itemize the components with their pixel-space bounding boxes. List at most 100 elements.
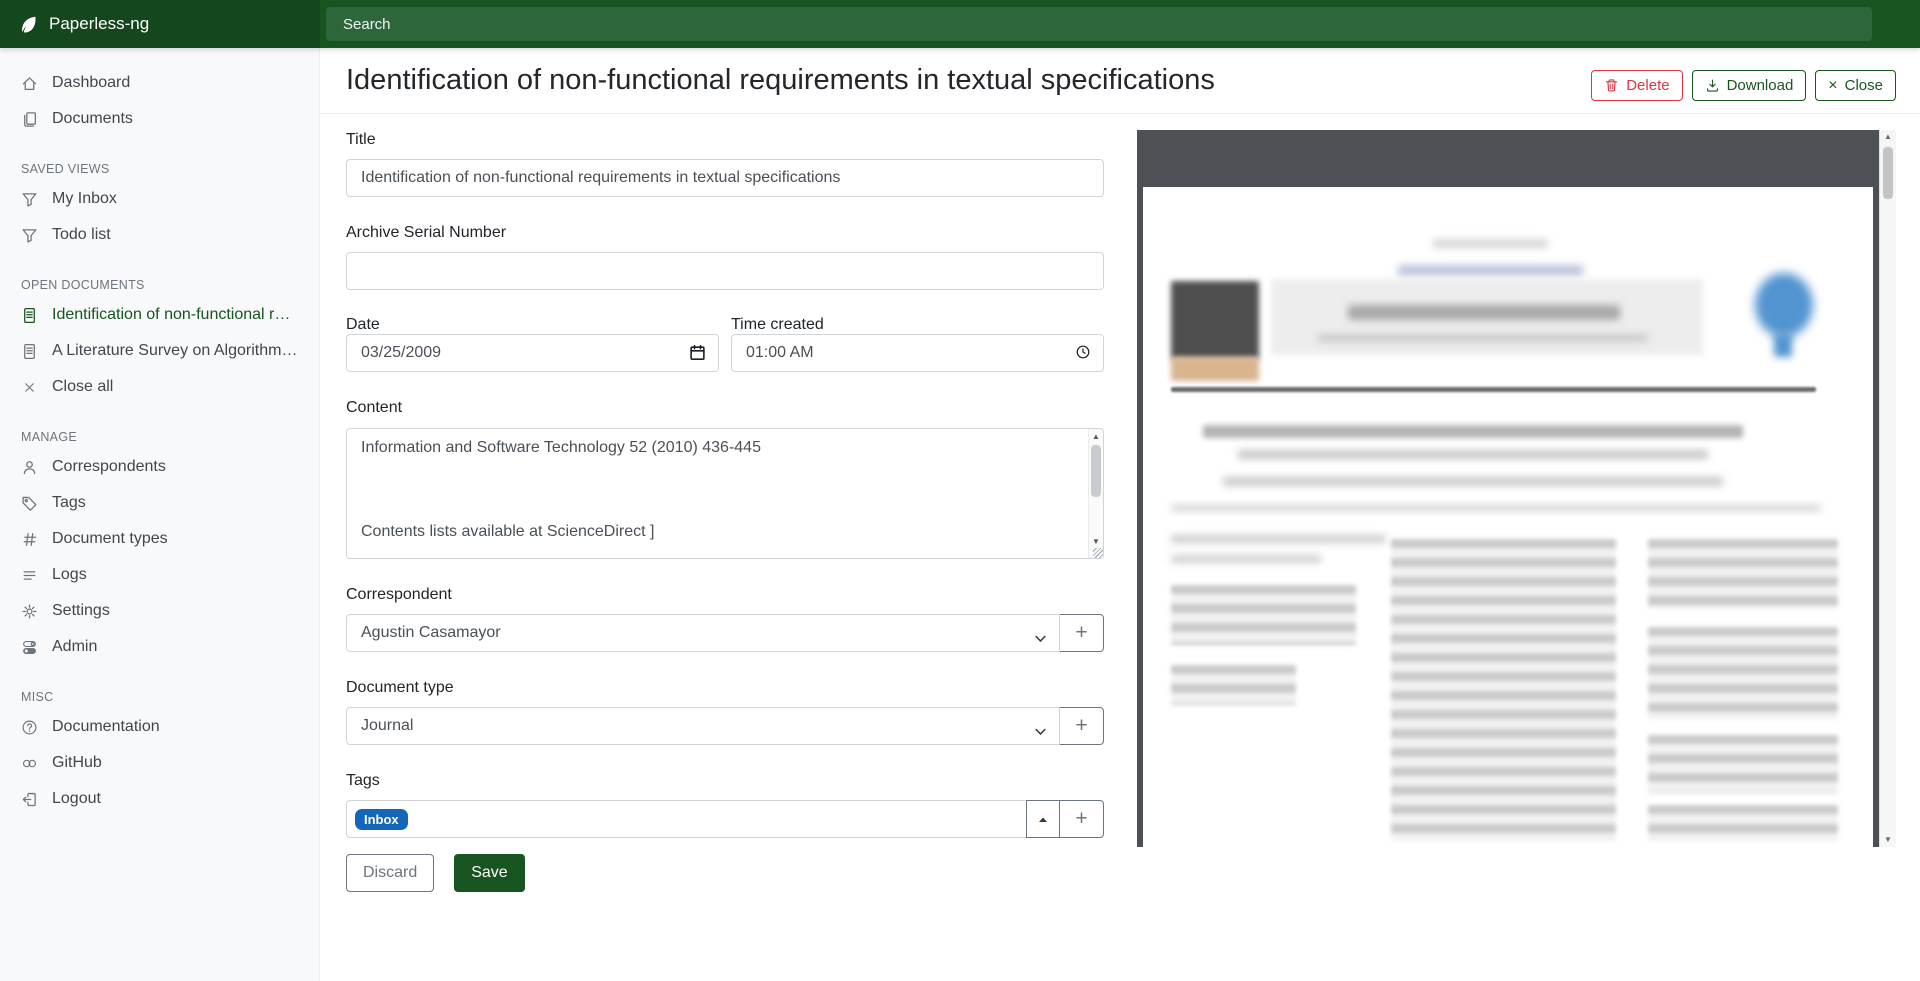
date-label: Date <box>346 316 380 333</box>
blurred-text-block <box>1398 265 1583 276</box>
clock-icon[interactable] <box>1075 344 1091 365</box>
sidebar-item-label: Identification of non-functional require… <box>52 306 298 324</box>
asn-input[interactable] <box>346 252 1104 290</box>
files-icon <box>21 111 38 128</box>
sidebar-item-documents[interactable]: Documents <box>0 101 319 137</box>
main-content: Identification of non-functional require… <box>320 0 1920 892</box>
calendar-icon[interactable] <box>689 344 706 366</box>
document-type-value: Journal <box>361 717 413 735</box>
scroll-down-arrow[interactable]: ▼ <box>1880 833 1896 847</box>
person-icon <box>21 459 38 476</box>
caret-up-icon <box>1038 816 1048 823</box>
date-group: Date <box>346 316 719 372</box>
tags-label: Tags <box>346 771 1104 790</box>
pdf-page <box>1143 187 1873 847</box>
scroll-up-arrow[interactable]: ▲ <box>1089 430 1103 443</box>
search-input[interactable] <box>326 7 1872 41</box>
time-group: Time created <box>731 316 1104 372</box>
blurred-cover-thumbnail <box>1171 357 1259 381</box>
close-label: Close <box>1845 78 1883 93</box>
title-input[interactable] <box>346 159 1104 197</box>
blurred-text-block <box>1171 555 1321 563</box>
sidebar-item-label: My Inbox <box>52 190 117 208</box>
sidebar-item-settings[interactable]: Settings <box>0 593 319 629</box>
resize-handle[interactable] <box>1093 548 1103 558</box>
download-button[interactable]: Download <box>1692 70 1807 101</box>
sidebar-item-label: Dashboard <box>52 74 130 92</box>
link-icon <box>21 755 38 772</box>
asn-group: Archive Serial Number <box>346 223 1104 290</box>
blurred-text-column <box>1648 735 1838 793</box>
sidebar-item-logs[interactable]: Logs <box>0 557 319 593</box>
top-navbar: Paperless-ng <box>0 0 1920 48</box>
time-label: Time created <box>731 316 824 333</box>
save-button[interactable]: Save <box>454 854 524 892</box>
document-type-select[interactable]: Journal <box>346 707 1060 745</box>
sidebar-item-label: GitHub <box>52 754 102 772</box>
app-title: Paperless-ng <box>49 14 149 34</box>
scroll-down-arrow[interactable]: ▼ <box>1089 535 1103 548</box>
scroll-thumb[interactable] <box>1883 147 1893 199</box>
preview-scrollbar[interactable]: ▲ ▼ <box>1879 130 1896 847</box>
sidebar-item-todo-list[interactable]: Todo list <box>0 217 319 253</box>
blurred-text-block <box>1171 665 1296 705</box>
tag-chip-inbox[interactable]: Inbox <box>355 809 408 830</box>
sidebar-item-document-types[interactable]: Document types <box>0 521 319 557</box>
tags-group: Tags Inbox + <box>346 771 1104 838</box>
sidebar-item-github[interactable]: GitHub <box>0 745 319 781</box>
content-scrollbar[interactable]: ▲ ▼ <box>1088 429 1103 558</box>
document-form: Title Archive Serial Number Date Time cr… <box>346 130 1104 892</box>
blurred-cover-thumbnail <box>1171 281 1259 359</box>
document-header: Identification of non-functional require… <box>320 48 1920 114</box>
sidebar-open-doc-1[interactable]: Identification of non-functional require… <box>0 297 319 333</box>
date-time-row: Date Time created <box>346 316 1104 372</box>
sidebar-item-label: Todo list <box>52 226 111 244</box>
title-label: Title <box>346 130 1104 149</box>
file-text-icon <box>21 307 38 324</box>
logout-icon <box>21 791 38 808</box>
scroll-up-arrow[interactable]: ▲ <box>1880 130 1896 144</box>
date-input[interactable] <box>346 334 719 372</box>
delete-button[interactable]: Delete <box>1591 70 1682 101</box>
correspondent-select[interactable]: Agustin Casamayor <box>346 614 1060 652</box>
trash-icon <box>1604 78 1619 93</box>
hash-icon <box>21 531 38 548</box>
sidebar-item-label: Logs <box>52 566 87 584</box>
correspondent-value: Agustin Casamayor <box>361 624 501 642</box>
time-input[interactable] <box>731 334 1104 372</box>
tags-dropdown-button[interactable] <box>1026 800 1060 838</box>
sidebar-item-logout[interactable]: Logout <box>0 781 319 817</box>
correspondent-group: Correspondent Agustin Casamayor + <box>346 585 1104 652</box>
sidebar-item-label: Admin <box>52 638 97 656</box>
sidebar-item-label: Logout <box>52 790 101 808</box>
content-textarea[interactable]: Information and Software Technology 52 (… <box>346 428 1104 559</box>
blurred-rule <box>1171 505 1821 511</box>
add-correspondent-button[interactable]: + <box>1059 614 1104 652</box>
sidebar-item-label: Document types <box>52 530 168 548</box>
sidebar-open-doc-2[interactable]: A Literature Survey on Algorithms for Mu… <box>0 333 319 369</box>
app-brand[interactable]: Paperless-ng <box>0 0 320 48</box>
add-tag-button[interactable]: + <box>1059 800 1104 838</box>
sidebar-item-my-inbox[interactable]: My Inbox <box>0 181 319 217</box>
sidebar-item-tags[interactable]: Tags <box>0 485 319 521</box>
sidebar-item-dashboard[interactable]: Dashboard <box>0 65 319 101</box>
blurred-text-block <box>1223 477 1723 486</box>
close-button[interactable]: × Close <box>1815 70 1896 101</box>
sidebar-item-documentation[interactable]: Documentation <box>0 709 319 745</box>
page-title: Identification of non-functional require… <box>346 61 1215 100</box>
sidebar-heading-manage: MANAGE <box>0 430 319 444</box>
sidebar-heading-misc: MISC <box>0 690 319 704</box>
sidebar-item-label: Correspondents <box>52 458 166 476</box>
sidebar-item-admin[interactable]: Admin <box>0 629 319 665</box>
document-type-group: Document type Journal + <box>346 678 1104 745</box>
blurred-text-block <box>1171 585 1356 645</box>
sidebar-item-correspondents[interactable]: Correspondents <box>0 449 319 485</box>
download-icon <box>1705 78 1720 93</box>
discard-button[interactable]: Discard <box>346 854 434 892</box>
scroll-thumb[interactable] <box>1091 445 1101 497</box>
sidebar-item-close-all[interactable]: Close all <box>0 369 319 405</box>
sidebar-item-label: Documents <box>52 110 133 128</box>
home-icon <box>21 75 38 92</box>
tags-input[interactable]: Inbox <box>346 800 1027 838</box>
add-document-type-button[interactable]: + <box>1059 707 1104 745</box>
